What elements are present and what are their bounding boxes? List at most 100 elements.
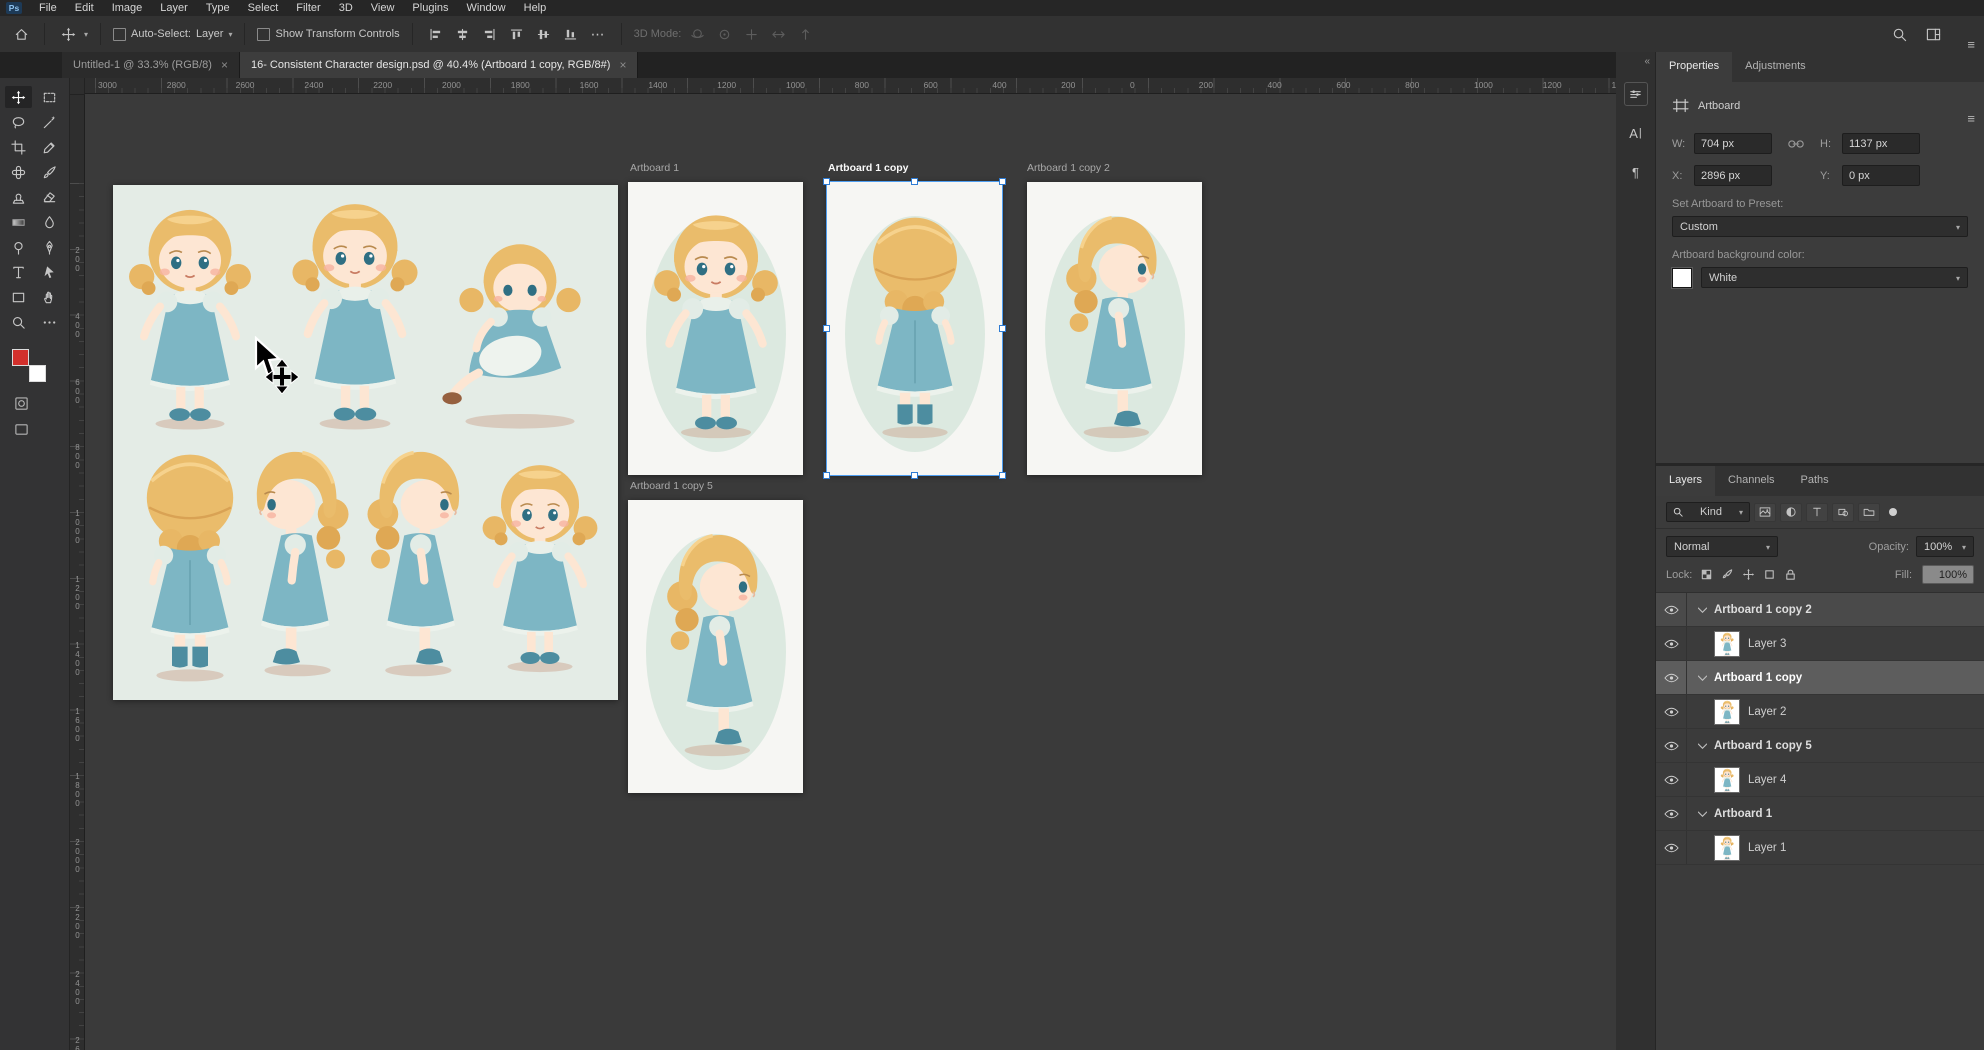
artboard-label[interactable]: Artboard 1 copy 5	[630, 480, 713, 492]
visibility-toggle[interactable]	[1656, 695, 1687, 728]
artboard-preset-select[interactable]: Custom	[1672, 216, 1968, 237]
canvas-viewport[interactable]: Artboard 1 Artboard 1 copy	[84, 94, 1616, 1050]
artboard-bg-color-swatch[interactable]	[1672, 268, 1692, 288]
artboard-label[interactable]: Artboard 1 copy 2	[1027, 162, 1110, 174]
selection-handle[interactable]	[999, 325, 1006, 332]
align-top-icon[interactable]	[506, 23, 528, 45]
gradient-tool[interactable]	[5, 211, 32, 233]
layer-row[interactable]: Layer 1	[1656, 831, 1984, 865]
marquee-tool[interactable]	[36, 86, 63, 108]
panel-tab[interactable]: Properties	[1656, 52, 1732, 82]
x-field[interactable]: 2896 px	[1694, 165, 1772, 186]
filter-type-layers-icon[interactable]	[1806, 503, 1828, 522]
panel-tab[interactable]: Adjustments	[1732, 52, 1819, 82]
menu-item[interactable]: Type	[197, 0, 239, 16]
layer-name[interactable]: Artboard 1 copy 2	[1714, 604, 1812, 616]
align-right-icon[interactable]	[479, 23, 501, 45]
hand-tool[interactable]	[36, 286, 63, 308]
width-field[interactable]: 704 px	[1694, 133, 1772, 154]
visibility-toggle[interactable]	[1656, 593, 1687, 626]
clone-stamp-tool[interactable]	[5, 186, 32, 208]
layer-name[interactable]: Artboard 1	[1714, 808, 1772, 820]
chevron-down-icon[interactable]	[84, 28, 88, 40]
layer-name[interactable]: Layer 1	[1748, 842, 1786, 854]
workspace-switcher-icon[interactable]	[1922, 23, 1944, 45]
quick-mask-icon[interactable]	[14, 396, 29, 411]
menu-item[interactable]: 3D	[330, 0, 362, 16]
artboard-label[interactable]: Artboard 1	[630, 162, 679, 174]
show-transform-controls-checkbox[interactable]	[257, 28, 270, 41]
close-icon[interactable]: ×	[619, 58, 626, 72]
fill-field[interactable]: 100%	[1922, 565, 1974, 584]
align-bottom-icon[interactable]	[560, 23, 582, 45]
selection-handle[interactable]	[823, 178, 830, 185]
layer-name[interactable]: Layer 4	[1748, 774, 1786, 786]
menu-item[interactable]: Plugins	[403, 0, 457, 16]
opacity-field[interactable]: 100%	[1916, 536, 1974, 557]
panel-menu-icon[interactable]	[1967, 38, 1975, 51]
zoom-tool[interactable]	[5, 311, 32, 333]
height-field[interactable]: 1137 px	[1842, 133, 1920, 154]
visibility-toggle[interactable]	[1656, 729, 1687, 762]
filter-pixel-layers-icon[interactable]	[1754, 503, 1776, 522]
magic-wand-tool[interactable]	[36, 111, 63, 133]
visibility-toggle[interactable]	[1656, 661, 1687, 694]
search-icon[interactable]	[1888, 23, 1910, 45]
menu-item[interactable]: File	[30, 0, 66, 16]
menu-item[interactable]: Filter	[287, 0, 329, 16]
artboard-1-copy-2-canvas[interactable]	[1027, 182, 1202, 475]
move-tool[interactable]	[5, 86, 32, 108]
auto-select-checkbox[interactable]	[113, 28, 126, 41]
layer-name[interactable]: Layer 3	[1748, 638, 1786, 650]
lock-artboard-icon[interactable]	[1763, 568, 1776, 581]
layer-name[interactable]: Layer 2	[1748, 706, 1786, 718]
panel-tab[interactable]: Channels	[1715, 466, 1787, 496]
selection-handle[interactable]	[823, 325, 830, 332]
visibility-toggle[interactable]	[1656, 797, 1687, 830]
menu-item[interactable]: Image	[103, 0, 152, 16]
layer-name[interactable]: Artboard 1 copy	[1714, 672, 1802, 684]
lasso-tool[interactable]	[5, 111, 32, 133]
character-sheet-artboard[interactable]	[113, 185, 618, 700]
layer-name[interactable]: Artboard 1 copy 5	[1714, 740, 1812, 752]
blur-tool[interactable]	[36, 211, 63, 233]
menu-item[interactable]: Edit	[66, 0, 103, 16]
foreground-color-swatch[interactable]	[12, 349, 29, 366]
layer-row[interactable]: Layer 2	[1656, 695, 1984, 729]
artboard-label-selected[interactable]: Artboard 1 copy	[828, 162, 909, 174]
dodge-tool[interactable]	[5, 236, 32, 258]
layer-row[interactable]: Artboard 1 copy 5	[1656, 729, 1984, 763]
layer-row[interactable]: Artboard 1 copy 2	[1656, 593, 1984, 627]
layer-row[interactable]: Artboard 1 copy	[1656, 661, 1984, 695]
layer-thumbnail[interactable]	[1714, 631, 1740, 657]
y-field[interactable]: 0 px	[1842, 165, 1920, 186]
expand-panels-icon[interactable]	[1644, 57, 1650, 67]
layer-row[interactable]: Layer 4	[1656, 763, 1984, 797]
selection-handle[interactable]	[911, 178, 918, 185]
paragraph-panel-icon[interactable]: ¶	[1624, 160, 1648, 184]
chevron-down-icon[interactable]	[1698, 808, 1707, 820]
artboard-1-canvas[interactable]	[628, 182, 803, 475]
align-center-vertical-icon[interactable]	[533, 23, 555, 45]
visibility-toggle[interactable]	[1656, 763, 1687, 796]
layer-thumbnail[interactable]	[1714, 767, 1740, 793]
document-tab[interactable]: 16- Consistent Character design.psd @ 40…	[240, 52, 639, 78]
layer-filter-type-select[interactable]: Kind	[1666, 502, 1750, 522]
menu-item[interactable]: Layer	[151, 0, 197, 16]
background-color-swatch[interactable]	[29, 365, 46, 382]
artboard-1-copy-canvas[interactable]	[827, 182, 1002, 475]
pen-tool[interactable]	[36, 236, 63, 258]
crop-tool[interactable]	[5, 136, 32, 158]
filter-smart-objects-icon[interactable]	[1858, 503, 1880, 522]
menu-item[interactable]: Help	[515, 0, 556, 16]
menu-item[interactable]: View	[362, 0, 404, 16]
blend-mode-select[interactable]: Normal	[1666, 536, 1778, 557]
artboard-1-copy-5-canvas[interactable]	[628, 500, 803, 793]
screen-mode-icon[interactable]	[14, 422, 29, 437]
healing-brush-tool[interactable]	[5, 161, 32, 183]
eyedropper-tool[interactable]	[36, 136, 63, 158]
rectangle-tool[interactable]	[5, 286, 32, 308]
selection-handle[interactable]	[999, 178, 1006, 185]
lock-position-icon[interactable]	[1742, 568, 1755, 581]
selection-handle[interactable]	[911, 472, 918, 479]
